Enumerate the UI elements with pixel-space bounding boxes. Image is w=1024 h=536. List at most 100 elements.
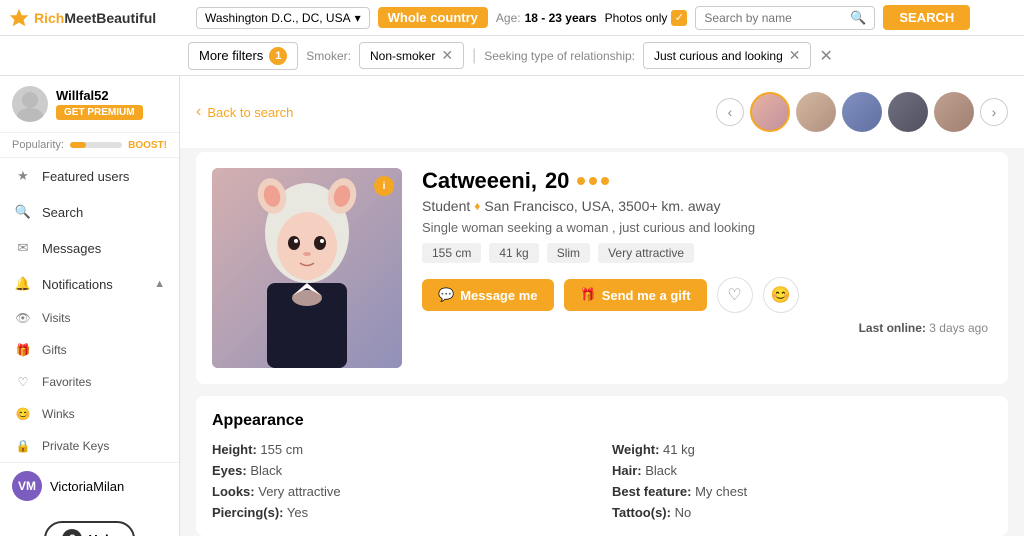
chevron-down-icon: ▾ [355, 11, 361, 25]
profile-photo: i [212, 168, 402, 368]
sidebar-item-messages[interactable]: ✉ Messages [0, 230, 179, 266]
photos-checkbox[interactable]: ✓ [671, 10, 687, 26]
piercing-row: Piercing(s): Yes [212, 505, 592, 520]
prev-thumb-button[interactable]: ‹ [716, 98, 744, 126]
tattoo-label: Tattoo(s): [612, 505, 671, 520]
more-filters-button[interactable]: More filters 1 [188, 42, 298, 70]
sidebar-sub-label: Gifts [42, 343, 67, 357]
profile-name: Catweeeni, 20 [422, 168, 992, 194]
photos-section: Photos only ✓ [605, 10, 688, 26]
piercing-value: Yes [287, 505, 308, 520]
search-input[interactable] [704, 11, 846, 25]
filter-separator: | [472, 47, 476, 65]
sidebar-sub-label: Favorites [42, 375, 91, 389]
bottom-username: VictoriaMilan [50, 479, 124, 494]
location-pin-icon: ♦ [474, 199, 480, 213]
smoker-filter-remove[interactable]: ✕ [441, 47, 453, 64]
location-button[interactable]: Washington D.C., DC, USA ▾ [196, 7, 370, 29]
profile-info: Catweeeni, 20 Student ♦ San Francisco, U… [422, 168, 992, 368]
filter-count: 1 [269, 47, 287, 65]
location-text: Washington D.C., DC, USA [205, 11, 351, 25]
message-icon: ✉ [14, 239, 32, 257]
help-button[interactable]: ? Help [44, 521, 134, 536]
clear-filters-button[interactable]: ✕ [819, 46, 832, 66]
search-button[interactable]: SEARCH [883, 5, 970, 30]
logo: RichMeetBeautiful [8, 7, 188, 29]
smoker-filter-tag: Non-smoker ✕ [359, 42, 464, 69]
best-feature-row: Best feature: My chest [612, 484, 992, 499]
message-button[interactable]: 💬 Message me [422, 279, 554, 311]
sidebar-item-winks[interactable]: 😊 Winks [0, 398, 179, 430]
heart-icon: ♡ [14, 373, 32, 391]
hair-label: Hair: [612, 463, 642, 478]
dot-3 [601, 177, 609, 185]
sidebar-item-featured[interactable]: ★ Featured users [0, 158, 179, 194]
sidebar-item-search[interactable]: 🔍 Search [0, 194, 179, 230]
sidebar-item-favorites[interactable]: ♡ Favorites [0, 366, 179, 398]
weight-label: Weight: [612, 442, 659, 457]
height-value: 155 cm [260, 442, 303, 457]
eyes-value: Black [250, 463, 282, 478]
thumb-3[interactable] [842, 92, 882, 132]
bottom-avatar-initials: VM [18, 479, 36, 493]
sidebar-item-visits[interactable]: 👁 Visits [0, 302, 179, 334]
avatar [12, 86, 48, 122]
header: RichMeetBeautiful Washington D.C., DC, U… [0, 0, 1024, 36]
star-icon: ★ [14, 167, 32, 185]
premium-button[interactable]: GET PREMIUM [56, 105, 143, 120]
gift-button[interactable]: 🎁 Send me a gift [564, 279, 707, 311]
appearance-grid: Height: 155 cm Weight: 41 kg Eyes: Black… [212, 442, 992, 520]
age-range: 18 - 23 years [525, 11, 597, 25]
eyes-label: Eyes: [212, 463, 247, 478]
boost-button[interactable]: BOOST! [128, 140, 167, 151]
sidebar-item-gifts[interactable]: 🎁 Gifts [0, 334, 179, 366]
seeking-filter-remove[interactable]: ✕ [789, 47, 801, 64]
photo-badge: i [374, 176, 394, 196]
looks-value: Very attractive [258, 484, 340, 499]
next-thumb-button[interactable]: › [980, 98, 1008, 126]
tag-weight: 41 kg [489, 243, 538, 263]
sidebar-item-notifications[interactable]: 🔔 Notifications ▲ [0, 266, 179, 302]
thumb-5[interactable] [934, 92, 974, 132]
hair-value: Black [645, 463, 677, 478]
looks-label: Looks: [212, 484, 255, 499]
popularity-bar [70, 142, 122, 148]
thumb-2[interactable] [796, 92, 836, 132]
thumb-4[interactable] [888, 92, 928, 132]
thumb-1[interactable] [750, 92, 790, 132]
sidebar-sub-label: Winks [42, 407, 75, 421]
popularity-section: Popularity: BOOST! [0, 133, 179, 158]
sidebar-item-private-keys[interactable]: 🔒 Private Keys [0, 430, 179, 462]
height-row: Height: 155 cm [212, 442, 592, 457]
seeking-filter-value: Just curious and looking [654, 49, 783, 63]
sidebar-item-label: Notifications [42, 277, 113, 292]
filter-bar: More filters 1 Smoker: Non-smoker ✕ | Se… [0, 36, 1024, 76]
back-to-search[interactable]: ‹ Back to search [196, 103, 293, 121]
photos-label: Photos only [605, 11, 668, 25]
like-button[interactable]: ♡ [717, 277, 753, 313]
looks-row: Looks: Very attractive [212, 484, 592, 499]
message-label: Message me [460, 288, 537, 303]
logo-text: RichMeetBeautiful [34, 10, 156, 26]
back-label: Back to search [207, 105, 293, 120]
appearance-card: Appearance Height: 155 cm Weight: 41 kg … [196, 396, 1008, 536]
gift-icon: 🎁 [580, 287, 596, 303]
best-feature-label: Best feature: [612, 484, 691, 499]
bell-icon: 🔔 [14, 275, 32, 293]
location-text: San Francisco, USA, 3500+ km. away [484, 198, 720, 214]
weight-value: 41 kg [663, 442, 695, 457]
content-area: ‹ Back to search ‹ › [180, 76, 1024, 536]
profile-status-dots [577, 177, 609, 185]
wink-button[interactable]: 😊 [763, 277, 799, 313]
whole-country-button[interactable]: Whole country [378, 7, 488, 28]
user-info: Willfal52 GET PREMIUM [56, 88, 143, 120]
eyes-row: Eyes: Black [212, 463, 592, 478]
sidebar-sub-label: Private Keys [42, 439, 109, 453]
age-section: Age: 18 - 23 years [496, 11, 597, 25]
bottom-avatar: VM [12, 471, 42, 501]
wink-icon: 😊 [14, 405, 32, 423]
eye-icon: 👁 [14, 309, 32, 327]
best-feature-value: My chest [695, 484, 747, 499]
popularity-fill [70, 142, 86, 148]
occupation-text: Student [422, 198, 470, 214]
